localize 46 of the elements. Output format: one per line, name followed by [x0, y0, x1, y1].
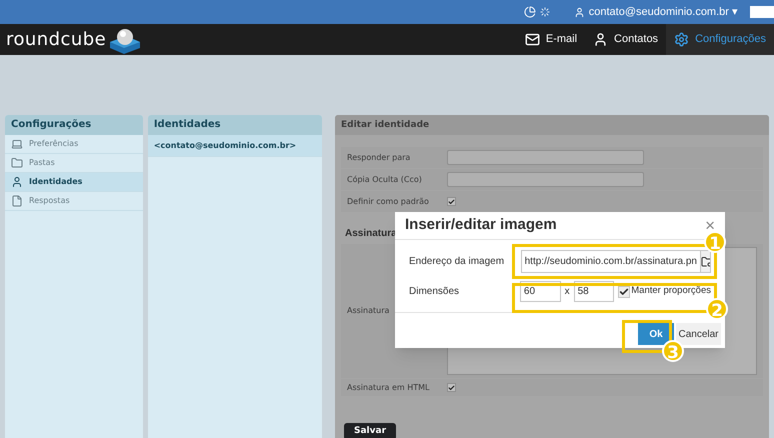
width-field[interactable]: 60 — [520, 281, 561, 302]
field-label: Cópia Oculta (Cco) — [347, 174, 423, 186]
nav-tab[interactable]: Configurações — [666, 24, 774, 55]
save-button[interactable]: Salvar — [344, 423, 396, 438]
user-icon — [574, 6, 585, 18]
user-icon — [11, 176, 23, 188]
checkbox-label: Manter proporções — [631, 284, 711, 298]
nav-tab[interactable]: Contatos — [585, 24, 666, 55]
browse-button[interactable] — [700, 251, 710, 272]
logo-text: roundcube — [6, 28, 106, 52]
url-field[interactable]: http://seudominio.com.br/assinatura.pn — [520, 250, 711, 273]
file-icon — [11, 195, 23, 207]
panel-title: Identidades — [148, 115, 322, 135]
ok-button[interactable]: Ok — [638, 323, 674, 345]
close-button[interactable]: × — [705, 217, 715, 234]
panel-title: Editar identidade — [335, 115, 769, 135]
field-label: Assinatura em HTML — [347, 382, 430, 394]
field-label: Definir como padrão — [347, 196, 430, 208]
chart-icon[interactable] — [524, 6, 536, 18]
cancel-button[interactable]: Cancelar — [676, 323, 721, 345]
height-field[interactable]: 58 — [574, 281, 614, 302]
spinner-icon — [540, 7, 550, 17]
section-heading: Assinatura — [345, 227, 397, 241]
dialog-title: Inserir/editar imagem — [405, 215, 557, 236]
laptop-icon — [11, 138, 23, 150]
nav-tab[interactable]: E-mail — [516, 24, 586, 55]
mail-icon — [524, 32, 540, 47]
field-label: Dimensões — [409, 285, 460, 299]
field-label: Endereço da imagem — [409, 255, 506, 269]
checkbox[interactable] — [447, 197, 456, 206]
user-icon — [593, 32, 608, 47]
field-label: Assinatura — [347, 305, 390, 317]
search-field[interactable] — [750, 6, 774, 18]
text-field[interactable] — [447, 150, 644, 165]
gear-icon — [674, 32, 690, 47]
checkbox[interactable] — [447, 383, 456, 392]
text-field[interactable] — [447, 172, 644, 187]
user-menu[interactable]: contato@seudominio.com.br ▾ — [588, 4, 738, 20]
times-sign: x — [564, 285, 570, 299]
field-label: Responder para — [347, 152, 412, 164]
folder-icon — [11, 157, 23, 169]
identity-item[interactable]: <contato@seudominio.com.br> — [148, 135, 322, 157]
settings-item[interactable]: Identidades — [5, 173, 143, 192]
checkbox[interactable] — [618, 286, 630, 298]
panel-title: Configurações — [5, 115, 143, 135]
settings-item[interactable]: Preferências — [5, 135, 143, 154]
